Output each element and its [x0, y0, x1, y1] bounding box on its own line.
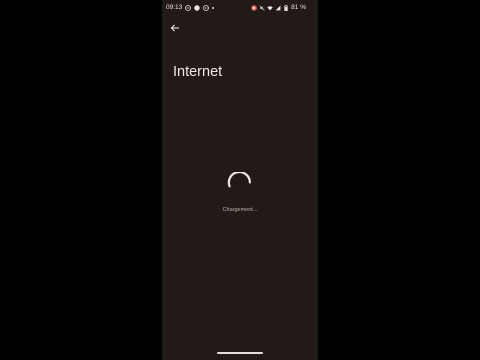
dot-icon	[212, 6, 215, 9]
battery-percent: 81 %	[291, 4, 306, 11]
filled-circle-icon	[194, 4, 200, 11]
status-bar: 09:13 81 %	[162, 0, 318, 16]
navigation-handle[interactable]	[217, 352, 263, 354]
arrow-back-icon	[170, 24, 179, 32]
back-button[interactable]	[169, 21, 181, 33]
phone-screen: 09:13 81 % Internet Chargement...	[162, 0, 318, 360]
status-left-group: 09:13	[166, 4, 215, 11]
loading-text: Chargement...	[222, 207, 258, 213]
wifi-icon	[267, 5, 273, 10]
page-title: Internet	[173, 64, 223, 80]
signal-icon	[275, 5, 281, 10]
loading-spinner-icon	[227, 172, 251, 188]
status-right-group: 81 %	[251, 4, 306, 11]
screen-record-icon	[251, 4, 258, 11]
mute-icon	[259, 4, 265, 11]
battery-icon	[284, 4, 288, 11]
status-time: 09:13	[166, 4, 183, 11]
minus-circle-icon	[203, 4, 210, 11]
minus-circle-icon	[185, 4, 192, 11]
